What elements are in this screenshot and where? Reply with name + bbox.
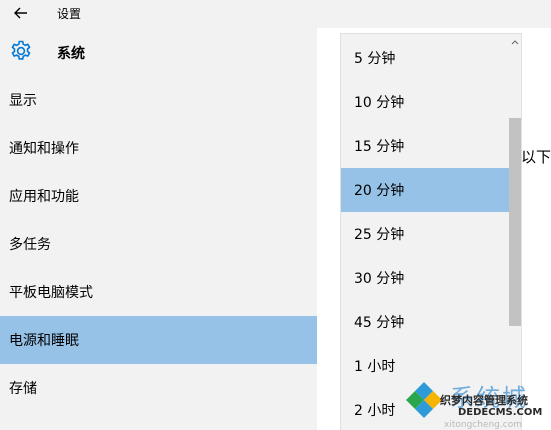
gear-icon — [11, 40, 31, 60]
sidebar-item-label: 通知和操作 — [9, 141, 79, 157]
sidebar-item-label: 应用和功能 — [9, 189, 79, 205]
sleep-timeout-dropdown-list[interactable]: 5 分钟 10 分钟 15 分钟 20 分钟 25 分钟 30 分钟 45 分钟… — [341, 34, 521, 430]
option-label: 30 分钟 — [354, 271, 405, 287]
sidebar-item-label: 存储 — [9, 381, 37, 397]
scrollbar-thumb[interactable] — [509, 118, 521, 326]
window-title: 设置 — [57, 7, 82, 21]
option-label: 2 小时 — [354, 403, 396, 419]
sidebar-item-apps[interactable]: 应用和功能 — [0, 172, 317, 220]
dropdown-option[interactable]: 15 分钟 — [341, 124, 509, 168]
watermark-line2: DEDECMS.COM — [458, 407, 543, 418]
option-label: 45 分钟 — [354, 315, 405, 331]
sidebar-item-label: 显示 — [9, 93, 37, 109]
option-label: 5 分钟 — [354, 51, 396, 67]
sidebar-item-multitasking[interactable]: 多任务 — [0, 220, 317, 268]
option-label: 20 分钟 — [354, 183, 405, 199]
option-label: 10 分钟 — [354, 95, 405, 111]
scroll-up-arrow-icon[interactable] — [509, 36, 521, 48]
dropdown-option[interactable]: 25 分钟 — [341, 212, 509, 256]
dropdown-option[interactable]: 10 分钟 — [341, 80, 509, 124]
option-label: 1 小时 — [354, 359, 396, 375]
title-bar: 设置 — [0, 0, 551, 28]
sidebar: 系统 显示 通知和操作 应用和功能 多任务 平板电脑模式 电源和睡眠 存储 — [0, 28, 317, 430]
dropdown-option[interactable]: 5 分钟 — [341, 36, 509, 80]
content-partial-text: 以下 — [521, 148, 551, 166]
sidebar-item-label: 多任务 — [9, 237, 51, 253]
back-arrow-icon[interactable] — [10, 4, 32, 22]
sidebar-item-notifications[interactable]: 通知和操作 — [0, 124, 317, 172]
sidebar-item-label: 平板电脑模式 — [9, 285, 93, 301]
watermark-line3: xitongcheng.com — [444, 420, 522, 430]
dropdown-option-selected[interactable]: 20 分钟 — [341, 168, 509, 212]
sidebar-header: 系统 — [0, 28, 317, 76]
watermark-line1: 织梦内容管理系统 — [440, 394, 528, 407]
dropdown-option[interactable]: 45 分钟 — [341, 300, 509, 344]
sidebar-item-display[interactable]: 显示 — [0, 76, 317, 124]
sidebar-item-power-sleep[interactable]: 电源和睡眠 — [0, 316, 317, 364]
sidebar-item-tablet-mode[interactable]: 平板电脑模式 — [0, 268, 317, 316]
sidebar-item-storage[interactable]: 存储 — [0, 364, 317, 412]
dropdown-option[interactable]: 30 分钟 — [341, 256, 509, 300]
sidebar-title: 系统 — [57, 46, 85, 62]
option-label: 25 分钟 — [354, 227, 405, 243]
option-label: 15 分钟 — [354, 139, 405, 155]
sidebar-item-label: 电源和睡眠 — [9, 333, 79, 349]
